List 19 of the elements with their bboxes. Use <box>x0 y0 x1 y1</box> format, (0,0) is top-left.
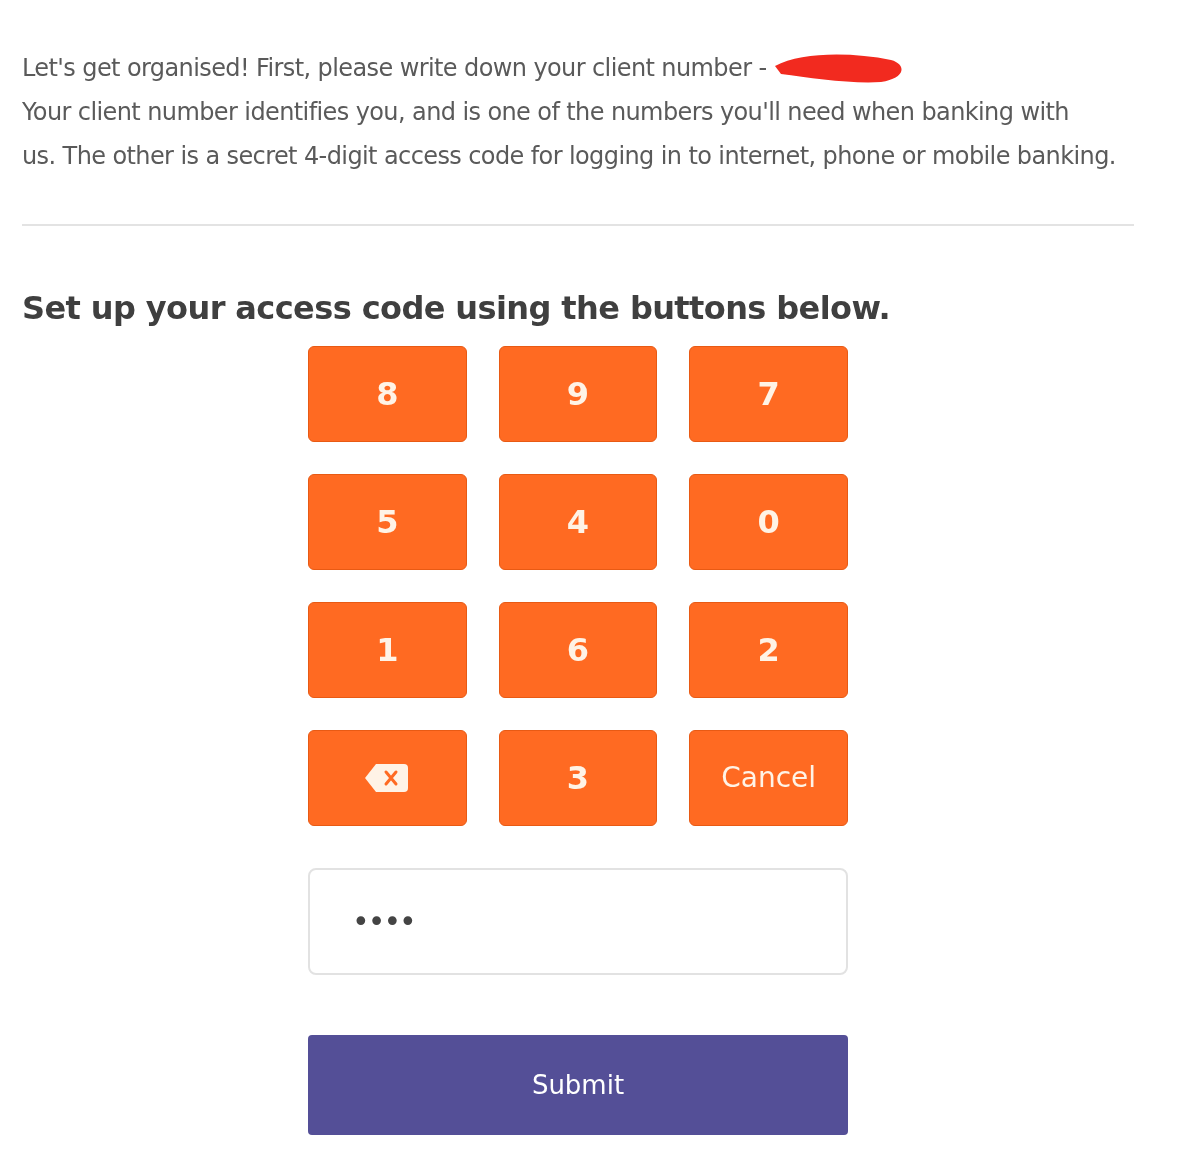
digit-key[interactable]: 6 <box>498 602 658 698</box>
digit-key[interactable]: 1 <box>308 602 467 698</box>
intro-text: Let's get organised! First, please write down your client number - <box>22 53 767 84</box>
digit-key[interactable]: 0 <box>689 474 848 570</box>
digit-key[interactable]: 7 <box>689 346 848 442</box>
cancel-button[interactable]: Cancel <box>689 730 848 826</box>
digit-key[interactable]: 5 <box>308 474 467 570</box>
digit-key[interactable]: 3 <box>498 730 658 826</box>
digit-key[interactable]: 9 <box>498 346 658 442</box>
intro-text: us. The other is a secret 4-digit access code for logging in to internet, phone or mobile banking. <box>22 141 1117 172</box>
digit-key[interactable]: 2 <box>689 602 848 698</box>
digit-key[interactable]: 4 <box>498 474 658 570</box>
section-heading: Set up your access code using the buttons below. <box>22 288 891 329</box>
backspace-button[interactable] <box>308 730 467 826</box>
access-code-field[interactable]: •••• <box>308 868 848 975</box>
submit-button[interactable]: Submit <box>308 1035 848 1135</box>
backspace-icon <box>364 762 411 794</box>
digit-key[interactable]: 8 <box>308 346 467 442</box>
intro-text: Your client number identifies you, and is one of the numbers you'll need when banking with <box>22 97 1070 128</box>
